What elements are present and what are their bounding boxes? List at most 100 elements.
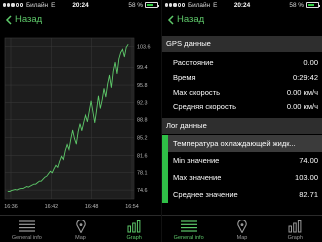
data-point [79, 123, 81, 125]
status-bar: Билайн E 20:24 58 % [162, 0, 322, 10]
data-point [94, 122, 96, 124]
data-point [99, 107, 101, 109]
data-point [9, 191, 11, 192]
chart-svg: 103.6 99.4 95.8 92.3 88.8 85.2 81.6 78.1 74.6 16:… [4, 37, 151, 210]
data-point [55, 164, 57, 166]
tab-general-info[interactable]: General info [162, 216, 215, 242]
back-button[interactable]: Назад [5, 14, 42, 25]
data-point [101, 99, 103, 101]
data-point [26, 186, 27, 187]
data-point [66, 144, 68, 145]
row-value: 0:29:42 [292, 73, 318, 82]
x-tick-label: 16:54 [125, 204, 139, 210]
log-list: Температура охлаждающей жидк... Min знач… [162, 133, 322, 203]
log-row-average: Среднее значение 82.71 [162, 186, 322, 203]
y-tick-label: 103.6 [137, 44, 151, 50]
tab-general-info[interactable]: General info [0, 216, 54, 242]
battery-icon [145, 2, 159, 8]
general-info-screen: Билайн E 20:24 58 % Назад GPS данные Рас… [161, 0, 322, 242]
tab-label: General info [173, 235, 204, 241]
data-point [57, 166, 59, 168]
data-point [116, 73, 118, 75]
data-point [90, 100, 92, 102]
data-point [11, 190, 13, 191]
row-value: 103.00 [295, 173, 318, 182]
y-tick-label: 88.8 [137, 118, 148, 124]
data-point [61, 156, 62, 157]
back-button[interactable]: Назад [167, 14, 204, 25]
tab-graph[interactable]: Graph [107, 216, 161, 242]
data-point [70, 138, 72, 140]
data-point [68, 149, 70, 150]
status-bar: Билайн E 20:24 58 % [0, 0, 161, 10]
data-point [118, 58, 120, 60]
selection-indicator [162, 135, 168, 152]
data-point [16, 189, 18, 191]
map-marker-icon [237, 219, 247, 233]
data-point [50, 170, 51, 172]
data-point [98, 95, 99, 97]
y-tick-label: 92.3 [137, 100, 148, 106]
row-label: Средняя скорость [173, 102, 237, 111]
data-point [72, 129, 73, 131]
log-item-label: Температура охлаждающей жидк... [173, 139, 296, 148]
y-tick-label: 85.2 [137, 136, 148, 142]
data-point [15, 189, 16, 190]
tab-label: General info [11, 235, 42, 241]
row-value: 82.71 [299, 190, 318, 199]
data-point [31, 184, 33, 186]
nav-bar: Назад [0, 10, 161, 32]
data-point [42, 178, 44, 180]
data-point [107, 83, 109, 85]
log-item-coolant-temperature[interactable]: Температура охлаждающей жидк... [162, 135, 322, 152]
tab-graph[interactable]: Graph [269, 216, 322, 242]
data-point [35, 183, 37, 185]
battery-icon [306, 2, 320, 8]
row-indicator [162, 186, 168, 203]
battery-percent: 58 % [128, 1, 143, 9]
data-point [122, 49, 123, 50]
chevron-left-icon [5, 14, 12, 25]
data-point [120, 52, 121, 53]
y-tick-label: 99.4 [137, 65, 148, 71]
tab-label: Graph [126, 235, 142, 241]
gps-row-avg-speed: Средняя скорость 0.00 км/ч [162, 99, 322, 115]
data-point [88, 110, 90, 112]
x-tick-label: 16:42 [45, 204, 59, 210]
gps-section-header: GPS данные [162, 36, 322, 52]
row-label: Среднее значение [173, 190, 238, 199]
data-point [24, 187, 25, 188]
row-label: Расстояние [173, 58, 214, 67]
coolant-temperature-chart[interactable]: 103.6 99.4 95.8 92.3 88.8 85.2 81.6 78.1 74.6 16:… [3, 36, 158, 211]
chevron-left-icon [167, 14, 174, 25]
nav-bar: Назад [162, 10, 322, 32]
tab-bar: General info Map Graph [0, 215, 161, 242]
data-point [127, 44, 129, 45]
tab-map[interactable]: Map [215, 216, 268, 242]
tab-map[interactable]: Map [54, 216, 108, 242]
data-point [37, 182, 38, 183]
data-point [96, 109, 97, 111]
data-point [92, 111, 94, 113]
data-point [27, 186, 29, 188]
y-tick-label: 78.1 [137, 171, 148, 177]
log-section-header: Лог данные [162, 118, 322, 134]
data-point [59, 161, 61, 162]
log-row-min: Min значение 74.00 [162, 152, 322, 169]
data-point [39, 180, 40, 182]
data-point [29, 185, 31, 187]
data-point [46, 175, 48, 177]
data-point [114, 61, 116, 63]
data-point [22, 188, 24, 189]
x-tick-label: 16:48 [85, 204, 99, 210]
row-indicator [162, 169, 168, 186]
row-label: Время [173, 73, 196, 82]
tab-label: Graph [287, 235, 303, 241]
tab-bar: General info Map Graph [162, 215, 322, 242]
battery-percent: 58 % [289, 1, 304, 9]
data-point [20, 188, 22, 189]
tab-label: Map [236, 235, 248, 241]
row-label: Min значение [173, 156, 220, 165]
back-label: Назад [15, 14, 43, 25]
row-indicator [162, 152, 168, 169]
